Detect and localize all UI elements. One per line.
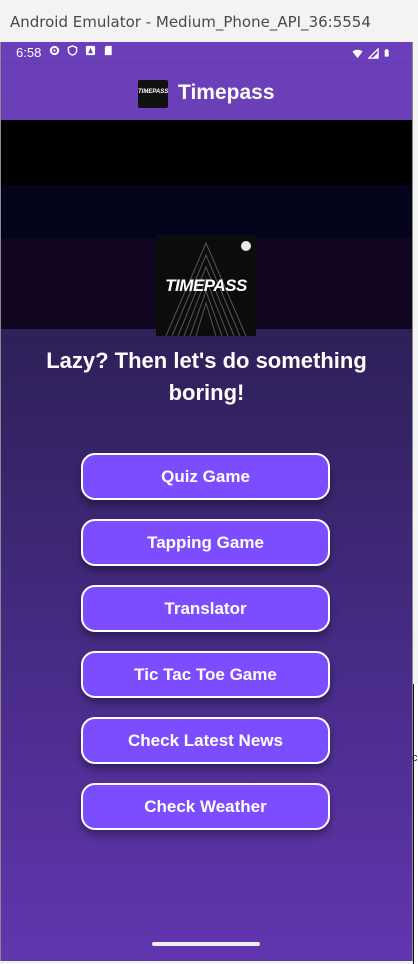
notification-icons — [49, 45, 114, 56]
phone-screen: 6:58 TIMEPASS Timepass TIMEPASS Lazy? Th… — [1, 42, 412, 961]
emulator-window-title: Android Emulator - Medium_Phone_API_36:5… — [0, 0, 418, 42]
banner-band-top — [1, 120, 412, 185]
shield-icon — [67, 45, 78, 56]
app-bar: TIMEPASS Timepass — [1, 64, 412, 120]
translator-button[interactable]: Translator — [81, 585, 330, 632]
wifi-icon — [352, 49, 363, 58]
quiz-game-button[interactable]: Quiz Game — [81, 453, 330, 500]
weather-button[interactable]: Check Weather — [81, 783, 330, 830]
background-window-text: c — [412, 752, 418, 764]
app-title: Timepass — [178, 81, 275, 104]
system-icons — [352, 47, 392, 59]
battery-icon — [384, 49, 389, 57]
hero-logo-image: TIMEPASS — [156, 235, 256, 336]
app-logo-text: TIMEPASS — [138, 89, 169, 95]
app-notification-icon — [85, 45, 96, 56]
tic-tac-toe-button[interactable]: Tic Tac Toe Game — [81, 651, 330, 698]
page-headline: Lazy? Then let's do something boring! — [46, 348, 367, 405]
signal-icon — [368, 47, 379, 59]
sd-card-icon — [104, 45, 112, 56]
app-logo: TIMEPASS — [138, 80, 168, 108]
banner-band-middle — [1, 185, 412, 238]
status-bar: 6:58 — [1, 42, 412, 64]
background-window-edge — [413, 684, 418, 964]
settings-icon — [49, 45, 60, 56]
hero-logo-text: TIMEPASS — [165, 276, 247, 295]
speaker-icon — [241, 241, 251, 251]
status-time: 6:58 — [16, 45, 42, 60]
tapping-game-button[interactable]: Tapping Game — [81, 519, 330, 566]
latest-news-button[interactable]: Check Latest News — [81, 717, 330, 764]
gesture-nav-bar[interactable] — [152, 942, 260, 946]
